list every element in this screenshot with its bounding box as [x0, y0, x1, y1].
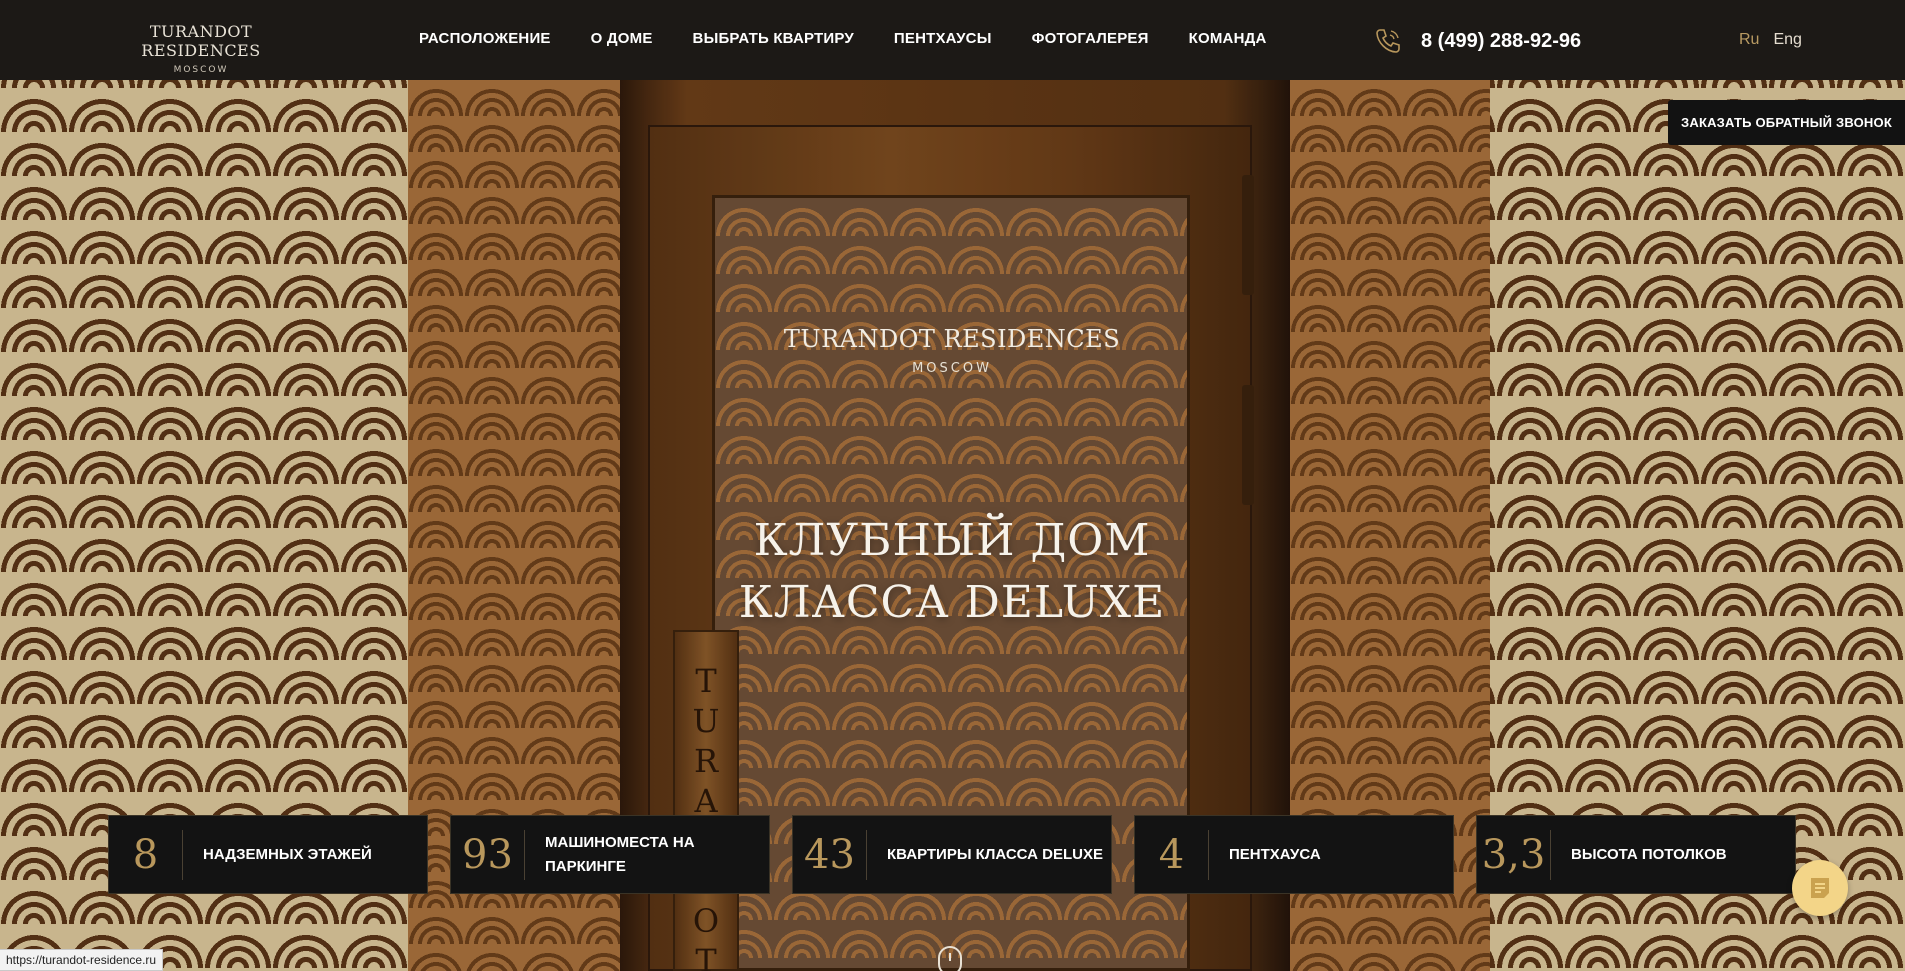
- stat-divider: [524, 829, 525, 880]
- scroll-down-icon[interactable]: [938, 946, 962, 971]
- stat-value: 3,3: [1481, 831, 1546, 878]
- stat-label: ВЫСОТА ПОТОЛКОВ: [1571, 843, 1727, 867]
- stat-floors: 8 НАДЗЕМНЫХ ЭТАЖЕЙ: [108, 815, 428, 894]
- nav-item-gallery[interactable]: ФОТОГАЛЕРЕЯ: [1032, 30, 1149, 47]
- logo-title: TURANDOT RESIDENCES: [141, 22, 261, 60]
- stats-bar: 8 НАДЗЕМНЫХ ЭТАЖЕЙ 93 МАШИНОМЕСТА НА ПАР…: [108, 815, 1798, 894]
- nav-item-team[interactable]: КОМАНДА: [1189, 30, 1267, 47]
- stat-value: 4: [1158, 831, 1185, 878]
- stat-label: МАШИНОМЕСТА НА ПАРКИНГЕ: [545, 831, 695, 879]
- stat-label: КВАРТИРЫ КЛАССА DELUXE: [887, 843, 1103, 867]
- stat-label-line: ПАРКИНГЕ: [545, 857, 626, 875]
- stat-divider: [1550, 829, 1551, 880]
- phone-number[interactable]: 8 (499) 288-92-96: [1421, 30, 1581, 53]
- nav-item-penthouses[interactable]: ПЕНТХАУСЫ: [894, 30, 992, 47]
- stat-value: 93: [462, 831, 513, 878]
- stat-label-line: МАШИНОМЕСТА НА: [545, 833, 695, 851]
- stat-value: 8: [132, 831, 159, 878]
- main-nav: РАСПОЛОЖЕНИЕ О ДОМЕ ВЫБРАТЬ КВАРТИРУ ПЕН…: [419, 30, 1267, 47]
- nav-item-choose-apartment[interactable]: ВЫБРАТЬ КВАРТИРУ: [693, 30, 854, 47]
- hero-brand-title: TURANDOT RESIDENCES: [783, 325, 1121, 353]
- chat-button[interactable]: [1792, 860, 1848, 916]
- stat-divider: [866, 829, 867, 880]
- headline-line-2: КЛАССА DELUXE: [738, 577, 1166, 628]
- hero-brand: TURANDOT RESIDENCES MOSCOW: [752, 325, 1152, 376]
- lang-ru[interactable]: Ru: [1739, 31, 1759, 49]
- chat-icon: [1811, 878, 1829, 898]
- callback-button[interactable]: ЗАКАЗАТЬ ОБРАТНЫЙ ЗВОНОК: [1668, 100, 1905, 145]
- stat-label-line: НАДЗЕМНЫХ ЭТАЖЕЙ: [203, 845, 372, 863]
- nav-item-location[interactable]: РАСПОЛОЖЕНИЕ: [419, 30, 551, 47]
- site-logo[interactable]: TURANDOT RESIDENCES MOSCOW: [106, 22, 296, 75]
- phone-icon: [1376, 29, 1400, 53]
- stat-divider: [182, 829, 183, 880]
- headline-line-1: КЛУБНЫЙ ДОМ: [753, 515, 1151, 566]
- phone-block[interactable]: 8 (499) 288-92-96: [1373, 26, 1581, 56]
- stat-parking: 93 МАШИНОМЕСТА НА ПАРКИНГЕ: [450, 815, 770, 894]
- logo-subtitle: MOSCOW: [173, 65, 229, 75]
- stat-label-line: ВЫСОТА ПОТОЛКОВ: [1571, 845, 1727, 863]
- stat-divider: [1208, 829, 1209, 880]
- status-bar-url: https://turandot-residence.ru: [0, 949, 164, 971]
- stat-ceiling-height: 3,3 ВЫСОТА ПОТОЛКОВ: [1476, 815, 1796, 894]
- nav-item-about[interactable]: О ДОМЕ: [591, 30, 653, 47]
- language-switch: Ru Eng: [1739, 31, 1802, 49]
- stat-label-line: КВАРТИРЫ КЛАССА DELUXE: [887, 845, 1103, 863]
- hero-brand-subtitle: MOSCOW: [912, 361, 992, 376]
- stat-label-line: ПЕНТХАУСА: [1229, 845, 1321, 863]
- hero-headline: КЛУБНЫЙ ДОМ КЛАССА DELUXE: [652, 510, 1252, 634]
- stat-label: ПЕНТХАУСА: [1229, 843, 1321, 867]
- site-header: TURANDOT RESIDENCES MOSCOW РАСПОЛОЖЕНИЕ …: [0, 0, 1905, 80]
- stat-apartments: 43 КВАРТИРЫ КЛАССА DELUXE: [792, 815, 1112, 894]
- stat-value: 43: [804, 831, 855, 878]
- lang-en[interactable]: Eng: [1773, 31, 1801, 49]
- stat-label: НАДЗЕМНЫХ ЭТАЖЕЙ: [203, 843, 372, 867]
- stat-penthouses: 4 ПЕНТХАУСА: [1134, 815, 1454, 894]
